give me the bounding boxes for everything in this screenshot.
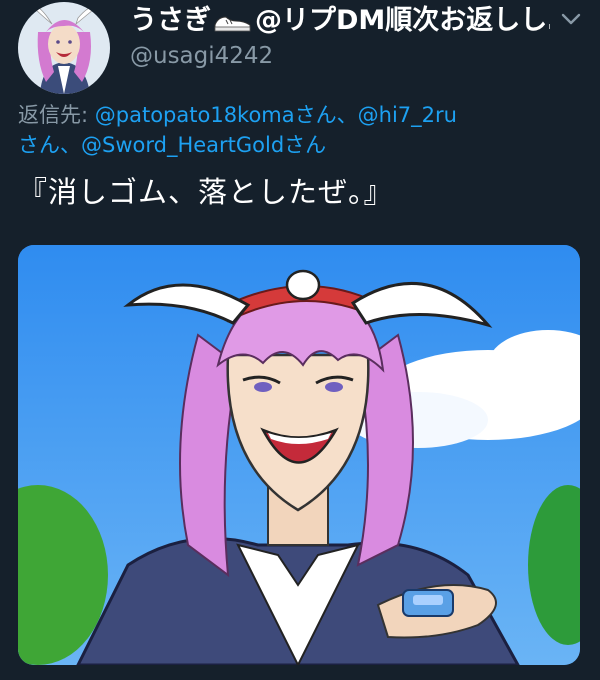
display-name-suffix: @リプDM順次お返しし… [255,5,550,36]
tweet-header: うさぎ @リプDM順次お返しし… @usagi4242 [130,4,550,72]
bunny-ears-character-illustration-icon [18,245,580,665]
avatar[interactable] [18,2,110,94]
sneaker-emoji-icon [214,15,251,31]
tweet-text: 『消しゴム、落としたぜ。』 [18,175,394,209]
bunny-character-avatar-icon [18,2,110,94]
tweet-card: うさぎ @リプDM順次お返しし… @usagi4242 返信先: @patopa… [0,0,600,680]
tweet-media-image[interactable] [18,245,580,665]
mention-link[interactable]: @hi7_2ru [358,103,457,127]
mention-link[interactable]: @patopato18komaさん、 [95,103,358,127]
reply-to-label: 返信先: [18,103,89,127]
reply-to-line: 返信先: @patopato18komaさん、@hi7_2ru さん、@Sword… [18,100,578,160]
mention-link[interactable]: @Sword_HeartGoldさん [81,133,326,157]
display-name[interactable]: うさぎ @リプDM順次お返しし… [130,4,550,38]
display-name-prefix: うさぎ [130,5,211,36]
user-handle[interactable]: @usagi4242 [130,40,550,72]
chevron-down-icon[interactable] [558,6,584,32]
mention-link[interactable]: さん、 [18,133,81,157]
